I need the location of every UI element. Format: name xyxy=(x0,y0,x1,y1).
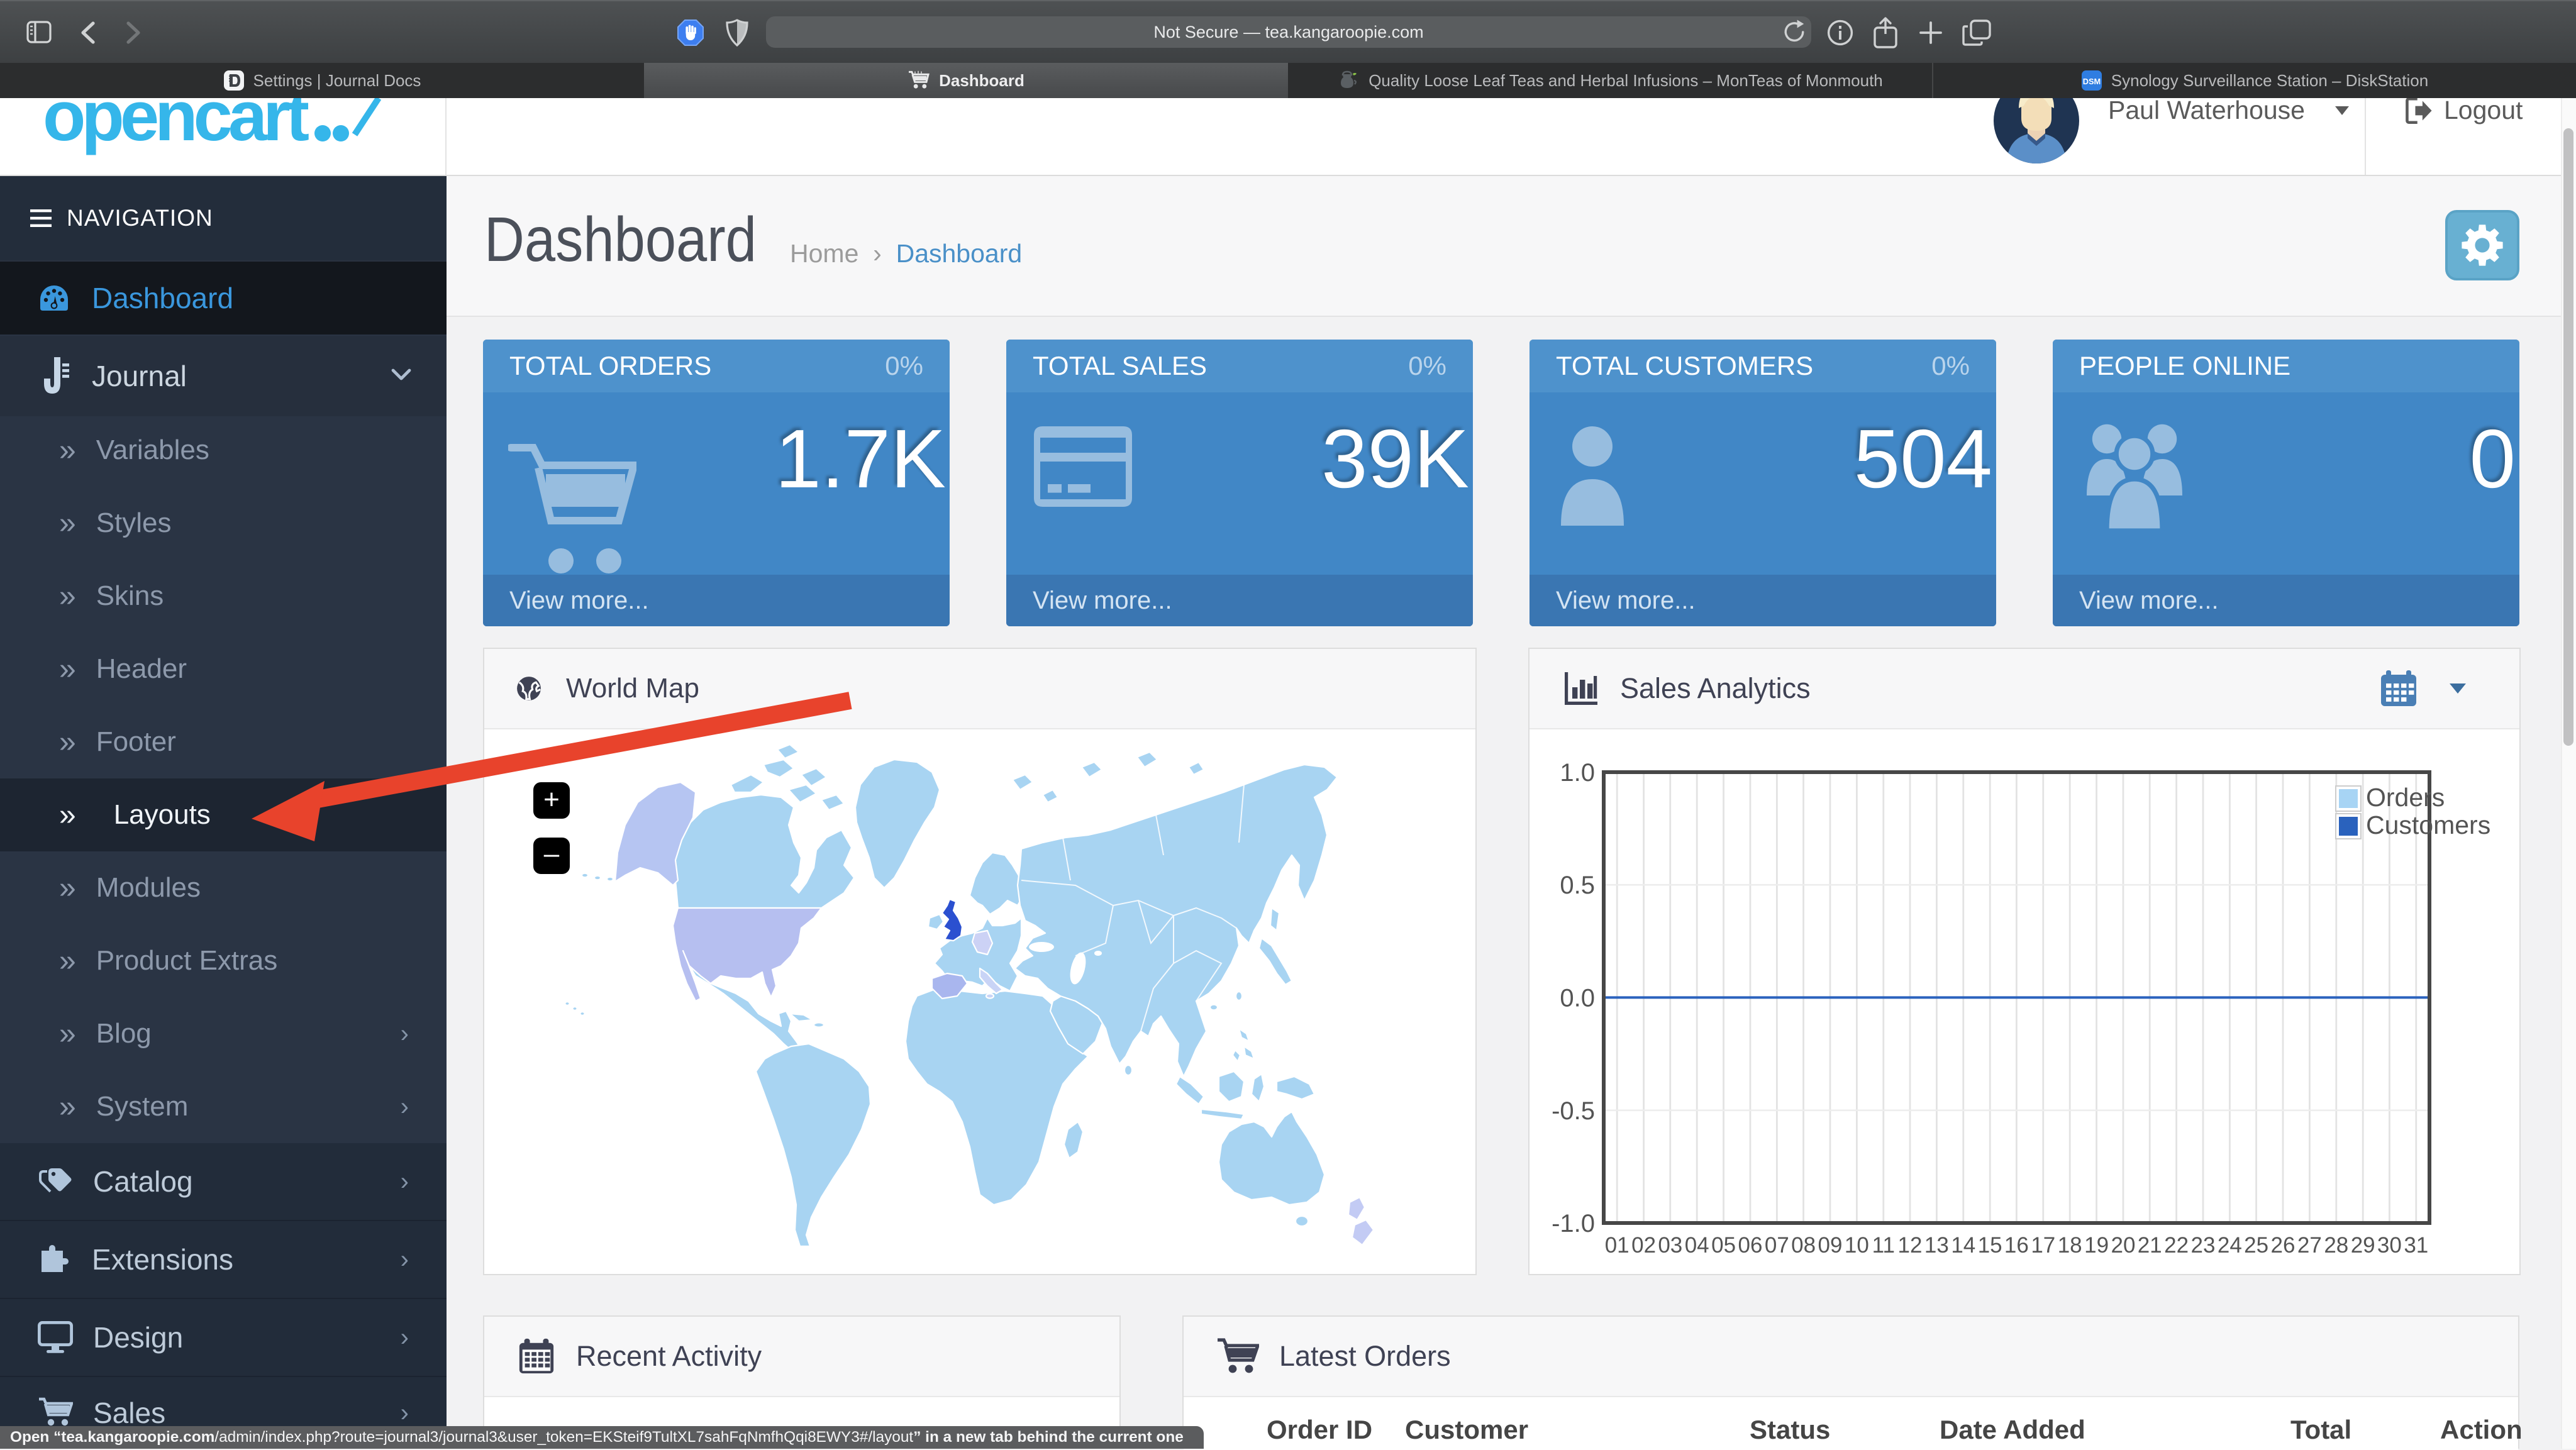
svg-text:14: 14 xyxy=(1951,1233,1975,1258)
svg-text:06: 06 xyxy=(1738,1233,1763,1258)
svg-text:10: 10 xyxy=(1845,1233,1869,1258)
svg-text:25: 25 xyxy=(2244,1233,2268,1258)
svg-text:27: 27 xyxy=(2297,1233,2322,1258)
svg-text:08: 08 xyxy=(1791,1233,1816,1258)
svg-text:28: 28 xyxy=(2324,1233,2348,1258)
svg-text:07: 07 xyxy=(1765,1233,1789,1258)
svg-text:23: 23 xyxy=(2191,1233,2216,1258)
svg-text:02: 02 xyxy=(1631,1233,1656,1258)
svg-text:17: 17 xyxy=(2031,1233,2055,1258)
svg-text:26: 26 xyxy=(2271,1233,2296,1258)
svg-text:18: 18 xyxy=(2058,1233,2082,1258)
svg-text:13: 13 xyxy=(1924,1233,1949,1258)
svg-text:1.0: 1.0 xyxy=(1560,759,1595,787)
svg-text:Customers: Customers xyxy=(2366,811,2490,839)
svg-text:20: 20 xyxy=(2111,1233,2136,1258)
svg-text:12: 12 xyxy=(1898,1233,1923,1258)
svg-text:09: 09 xyxy=(1818,1233,1843,1258)
svg-text:15: 15 xyxy=(1978,1233,2002,1258)
svg-text:21: 21 xyxy=(2138,1233,2162,1258)
svg-text:DSM: DSM xyxy=(2083,77,2101,86)
svg-text:03: 03 xyxy=(1658,1233,1682,1258)
svg-text:22: 22 xyxy=(2164,1233,2189,1258)
svg-text:0.5: 0.5 xyxy=(1560,872,1595,899)
svg-text:Orders: Orders xyxy=(2366,783,2445,812)
svg-text:11: 11 xyxy=(1872,1233,1895,1258)
svg-text:30: 30 xyxy=(2377,1233,2402,1258)
svg-text:01: 01 xyxy=(1605,1233,1629,1258)
svg-text:0.0: 0.0 xyxy=(1560,984,1595,1012)
svg-text:04: 04 xyxy=(1685,1233,1709,1258)
svg-text:-0.5: -0.5 xyxy=(1552,1097,1595,1125)
svg-text:19: 19 xyxy=(2084,1233,2109,1258)
svg-text:31: 31 xyxy=(2404,1233,2428,1258)
svg-text:16: 16 xyxy=(2004,1233,2029,1258)
svg-text:24: 24 xyxy=(2218,1233,2242,1258)
svg-text:-1.0: -1.0 xyxy=(1552,1210,1595,1237)
svg-text:29: 29 xyxy=(2351,1233,2375,1258)
svg-text:05: 05 xyxy=(1711,1233,1736,1258)
